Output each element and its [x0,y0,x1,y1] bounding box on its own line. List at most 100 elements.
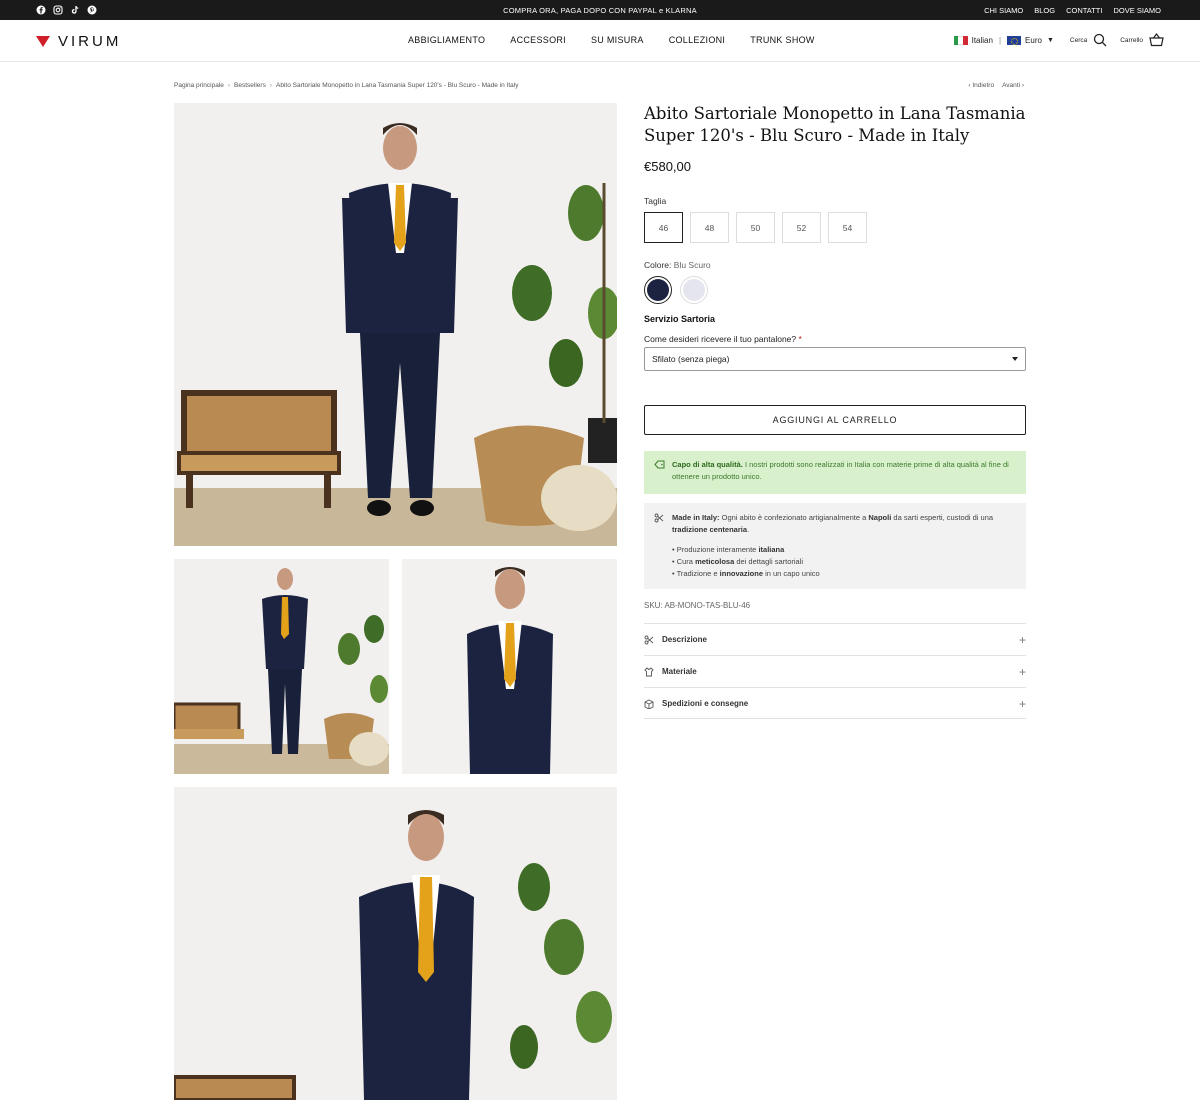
servizio-heading: Servizio Sartoria [644,314,716,324]
next-product-link[interactable]: Avanti › [1002,82,1024,89]
breadcrumb-bestsellers[interactable]: Bestsellers [234,82,266,89]
color-swatch-blu-scuro[interactable] [644,276,672,304]
required-mark: * [798,334,802,344]
chevron-down-icon [1012,357,1018,361]
question-text: Come desideri ricevere il tuo pantalone? [644,334,797,344]
feature-pre: Cura [676,557,696,566]
trouser-question-label: Come desideri ricevere il tuo pantalone?… [644,334,802,344]
product-photo-main[interactable] [174,103,617,546]
plus-icon: + [1018,633,1026,647]
feature-item: Cura meticolosa dei dettagli sartoriali [672,556,1016,568]
language-label: Italian [971,35,993,45]
color-selector [644,276,708,304]
made-in-italy-box: Made in Italy: Ogni abito è confezionato… [644,503,1026,589]
divider: | [998,35,1002,45]
plus-icon: + [1018,697,1026,711]
made-trad: tradizione centenaria [672,525,748,534]
product-title: Abito Sartoriale Monopetto in Lana Tasma… [644,104,1026,145]
logo[interactable]: VIRUM [36,33,121,50]
chevron-right-icon: › [227,82,231,89]
product-price: €580,00 [644,159,691,174]
product-sku: SKU: AB-MONO-TAS-BLU-46 [644,601,751,610]
feature-item: Tradizione e innovazione in un capo unic… [672,568,1016,580]
chevron-right-icon: › [269,82,273,89]
nav-accessori[interactable]: ACCESSORI [510,35,566,45]
size-selector: 46 48 50 52 54 [644,212,867,243]
made-in-italy-text: Made in Italy: Ogni abito è confezionato… [672,512,1016,536]
accordion-materiale[interactable]: Materiale + [644,655,1026,687]
accordion-spedizioni[interactable]: Spedizioni e consegne + [644,687,1026,719]
header-tools: Italian | Euro ▼ Cerca Carrello [953,33,1164,47]
scissors-icon [644,635,654,645]
accordion-descrizione[interactable]: Descrizione + [644,623,1026,655]
main-nav: ABBIGLIAMENTO ACCESSORI SU MISURA COLLEZ… [408,35,815,45]
language-selector[interactable]: Italian [953,35,993,45]
top-link-contatti[interactable]: CONTATTI [1066,6,1102,15]
feature-item: Produzione interamente italiana [672,544,1016,556]
product-photo-thumb-1[interactable] [174,559,389,774]
nav-trunk-show[interactable]: TRUNK SHOW [750,35,815,45]
quality-bold: Capo di alta qualità. [672,460,743,469]
color-swatch-light[interactable] [680,276,708,304]
trouser-finish-select[interactable]: Sfilato (senza piega) [644,347,1026,371]
color-label-row: Colore: Blu Scuro [644,260,711,270]
breadcrumb-current: Abito Sartoriale Monopetto in Lana Tasma… [276,82,519,89]
top-link-chi-siamo[interactable]: CHI SIAMO [984,6,1023,15]
size-option-50[interactable]: 50 [736,212,775,243]
prev-label: Indietro [972,82,995,89]
product-photo-thumb-2[interactable] [402,559,617,774]
feature-post: in un capo unico [763,569,820,578]
add-to-cart-button[interactable]: AGGIUNGI AL CARRELLO [644,405,1026,435]
basket-icon [1149,33,1164,47]
color-value: Blu Scuro [673,260,711,270]
accordion-divider [644,718,1026,719]
size-option-46[interactable]: 46 [644,212,683,243]
top-link-dove-siamo[interactable]: DOVE SIAMO [1113,6,1161,15]
prev-product-link[interactable]: ‹ Indietro [968,82,994,89]
feature-list: Produzione interamente italiana Cura met… [672,544,1016,580]
feature-bold: italiana [758,545,785,554]
accordion-label: Materiale [662,667,697,676]
color-label: Colore: [644,260,672,270]
tag-icon [654,460,665,469]
product-info: Abito Sartoriale Monopetto in Lana Tasma… [644,103,1026,719]
currency-label: Euro [1025,35,1042,45]
plus-icon: + [1018,665,1026,679]
italy-flag-icon [953,35,968,45]
nav-abbigliamento[interactable]: ABBIGLIAMENTO [408,35,485,45]
eu-flag-icon [1007,35,1022,45]
search-icon [1093,33,1107,47]
size-option-54[interactable]: 54 [828,212,867,243]
site-header: VIRUM ABBIGLIAMENTO ACCESSORI SU MISURA … [0,20,1200,62]
feature-pre: Tradizione e [676,569,720,578]
product-pager: ‹ Indietro Avanti › [968,82,1024,89]
made-bold: Made in Italy: [672,513,720,522]
accordion-label: Spedizioni e consegne [662,699,749,708]
search-label: Cerca [1069,36,1088,44]
breadcrumb-home[interactable]: Pagina principale [174,82,224,89]
logo-triangle-icon [36,36,50,47]
nav-su-misura[interactable]: SU MISURA [591,35,644,45]
currency-selector[interactable]: Euro ▼ [1007,35,1054,45]
logo-text: VIRUM [58,33,122,50]
cart-button[interactable]: Carrello [1120,33,1164,47]
nav-collezioni[interactable]: COLLEZIONI [669,35,726,45]
made-end: . [747,525,750,534]
size-option-52[interactable]: 52 [782,212,821,243]
product-photo-large-2[interactable] [174,787,617,1100]
feature-pre: Produzione interamente [676,545,759,554]
made-text-2: da sarti esperti, custodi di una [893,513,994,522]
box-icon [644,698,654,710]
search-button[interactable]: Cerca [1070,33,1107,47]
feature-bold: innovazione [719,569,763,578]
size-option-48[interactable]: 48 [690,212,729,243]
shirt-icon [644,666,654,677]
top-links: CHI SIAMO BLOG CONTATTI DOVE SIAMO [984,6,1161,15]
select-value: Sfilato (senza piega) [652,354,730,364]
announcement-bar: COMPRA ORA, PAGA DOPO CON PAYPAL e KLARN… [0,0,1200,20]
next-label: Avanti [1002,82,1021,89]
feature-post: dei dettagli sartoriali [734,557,804,566]
top-link-blog[interactable]: BLOG [1034,6,1055,15]
chevron-right-icon: › [1020,82,1024,89]
made-city: Napoli [868,513,892,522]
